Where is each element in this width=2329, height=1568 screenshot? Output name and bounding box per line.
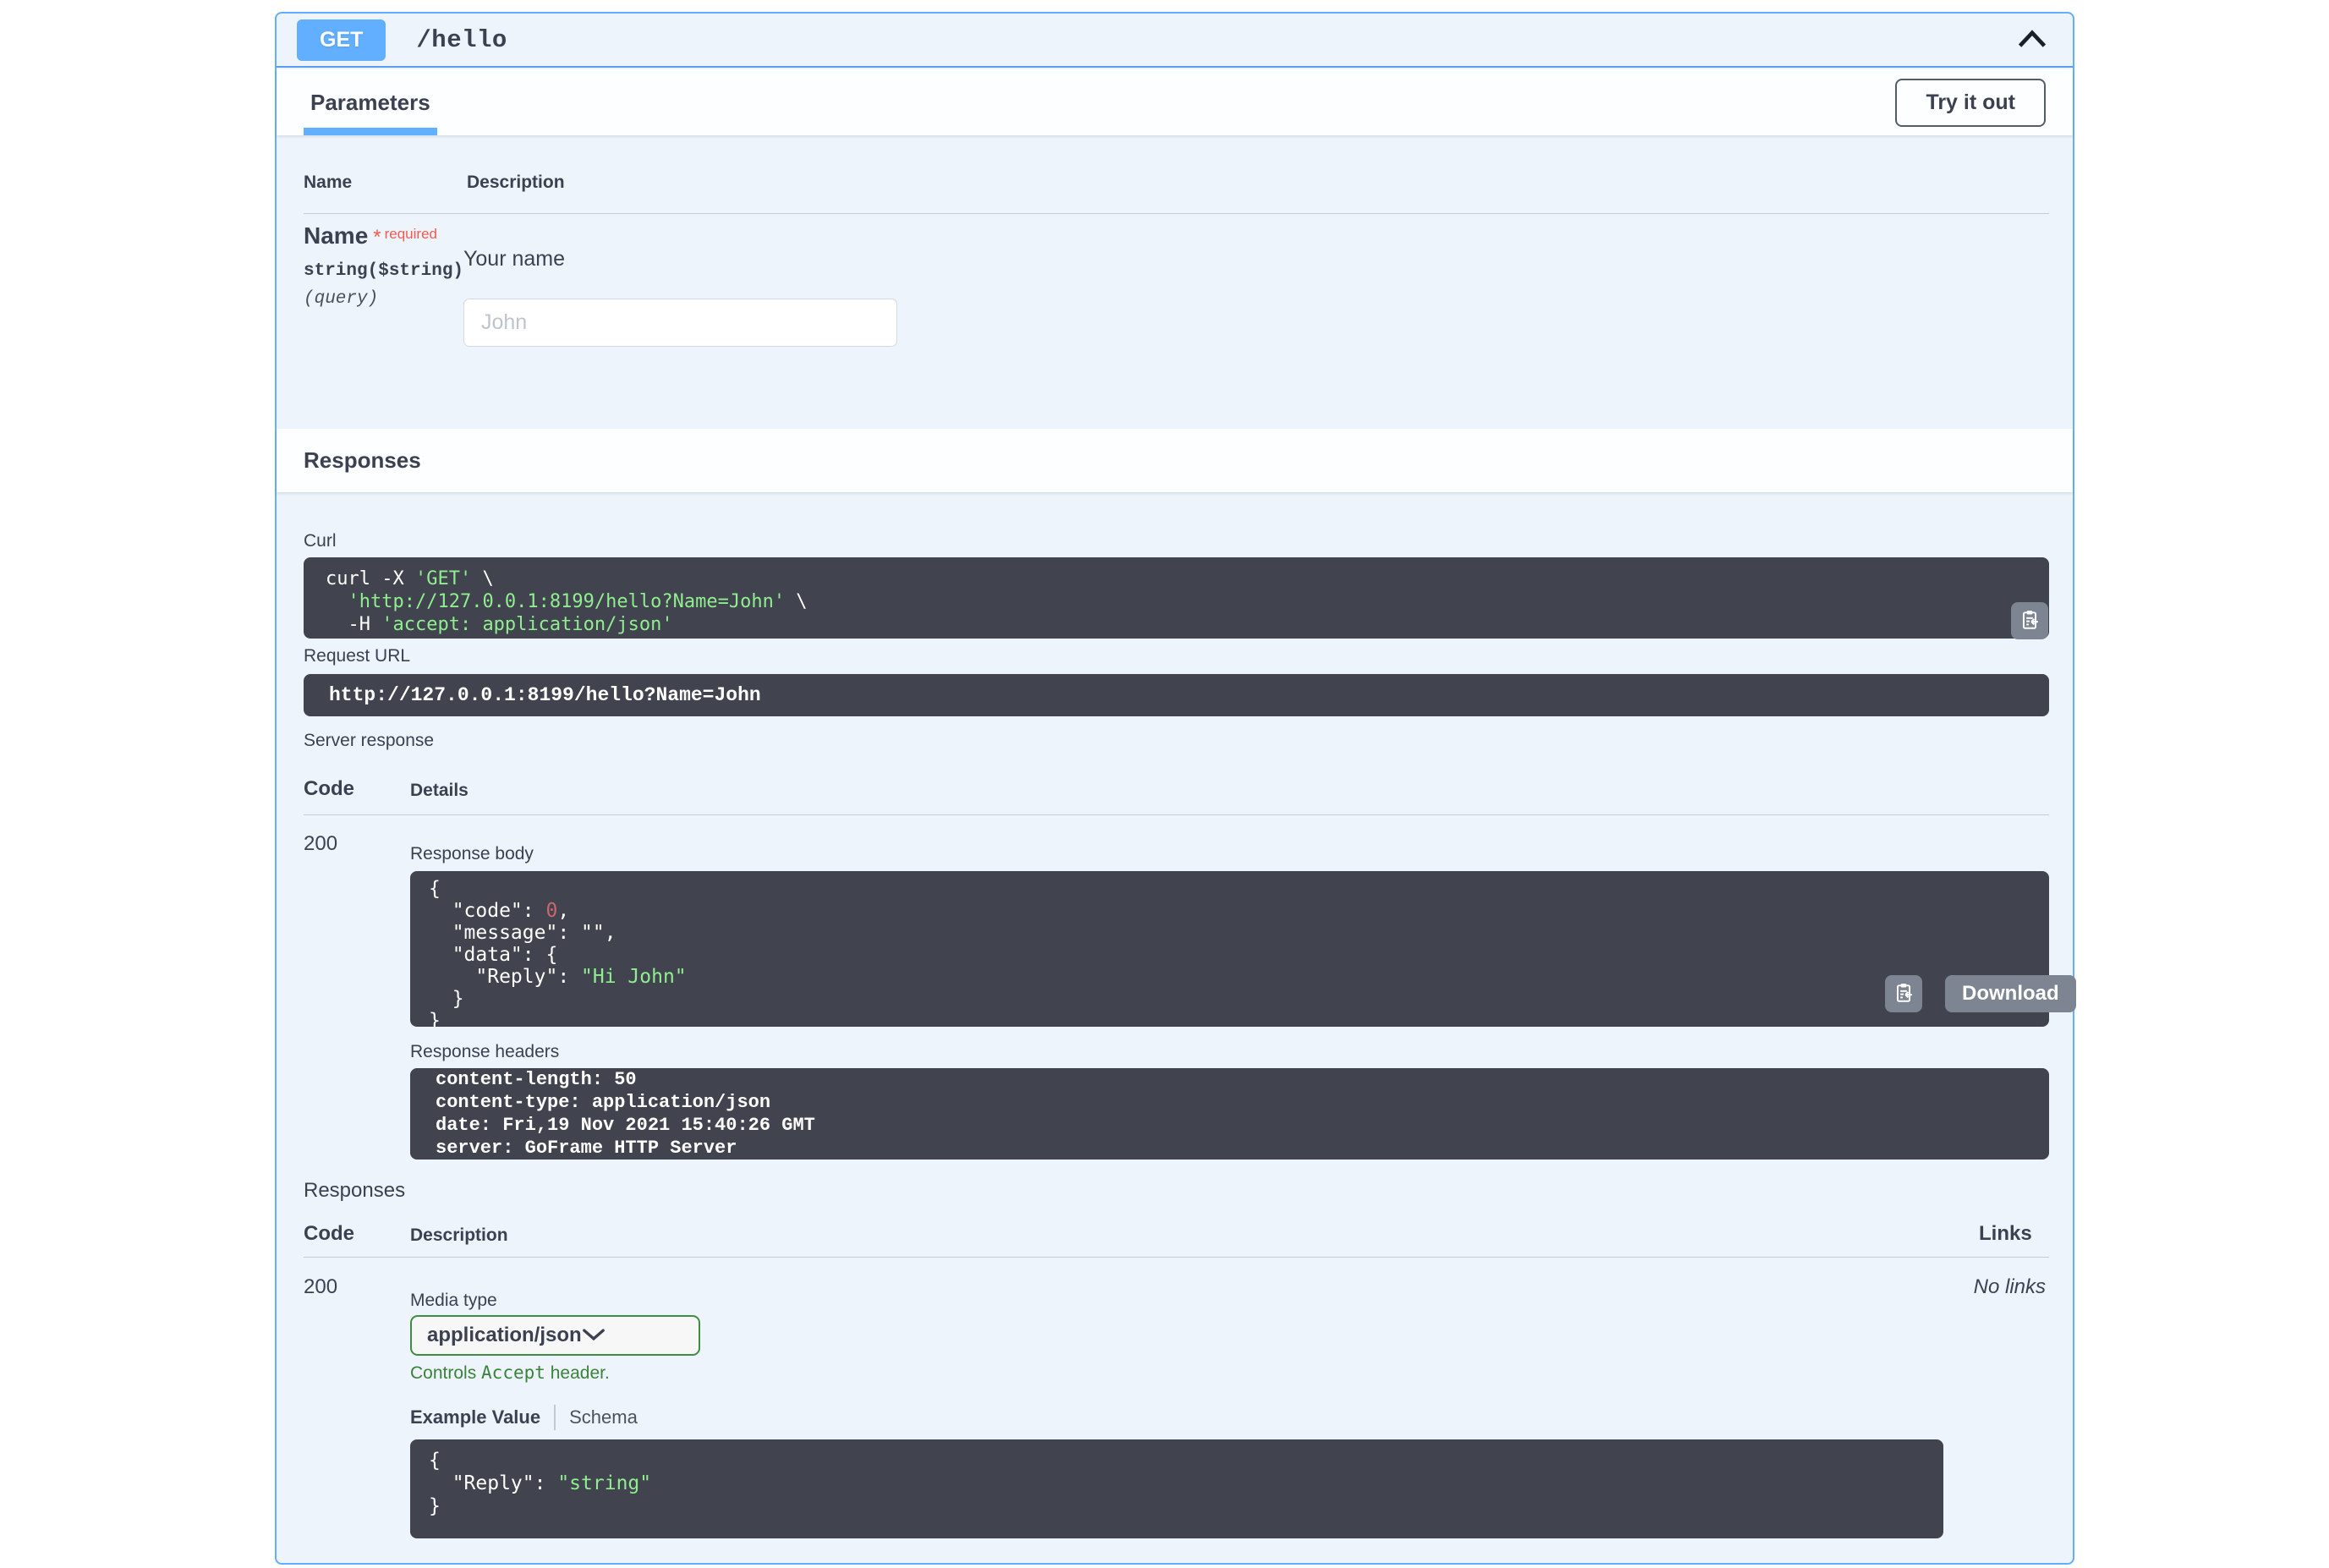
tab-schema[interactable]: Schema	[569, 1406, 638, 1428]
responses-table-divider	[304, 1257, 2049, 1258]
parameters-section-header: Parameters Try it out	[277, 69, 2073, 135]
swagger-page: GET /hello Parameters Try it out Name De…	[0, 0, 2329, 1568]
name-parameter-input[interactable]	[463, 299, 897, 347]
tab-example-value[interactable]: Example Value	[410, 1406, 540, 1428]
required-asterisk: *	[373, 226, 381, 249]
server-response-label: Server response	[304, 731, 434, 751]
responses-description-header: Description	[410, 1225, 508, 1246]
required-label: required	[385, 226, 437, 242]
operation-block-get-hello: GET /hello Parameters Try it out Name De…	[275, 12, 2074, 1565]
example-value-block: { "Reply": "string"}	[410, 1439, 1943, 1538]
responses-links-header: Links	[1979, 1222, 2032, 1246]
param-col-header-name: Name	[304, 173, 352, 193]
parameter-type: string($string)	[304, 261, 463, 281]
server-response-details-header: Details	[410, 781, 469, 801]
copy-to-clipboard-icon	[1893, 982, 1915, 1006]
parameter-name-cell: Name*required	[304, 222, 437, 249]
endpoint-path: /hello	[416, 26, 507, 54]
responses-code-header: Code	[304, 1222, 354, 1246]
params-divider	[304, 213, 2049, 214]
media-type-label: Media type	[410, 1291, 497, 1311]
server-response-code-header: Code	[304, 777, 354, 801]
response-headers-label: Response headers	[410, 1042, 559, 1062]
response-body-block: { "code": 0, "message": "", "data": { "R…	[410, 871, 2049, 1027]
copy-to-clipboard-icon	[2019, 609, 2041, 633]
param-col-header-description: Description	[467, 173, 565, 193]
responses-section-header: Responses	[277, 429, 2073, 492]
operation-summary[interactable]: GET /hello	[277, 14, 2073, 68]
response-headers-block: content-length: 50content-type: applicat…	[410, 1068, 2049, 1160]
curl-copy-button[interactable]	[2011, 602, 2048, 639]
no-links-text: No links	[1974, 1275, 2046, 1299]
media-type-selected-value: application/json	[427, 1324, 582, 1347]
curl-label: Curl	[304, 531, 337, 551]
collapse-button[interactable]	[2012, 25, 2052, 56]
controls-accept-note: Controls Accept header.	[410, 1362, 610, 1384]
server-response-divider	[304, 814, 2049, 815]
http-method-badge: GET	[297, 19, 386, 61]
request-url-label: Request URL	[304, 646, 410, 666]
responses-title: Responses	[304, 447, 421, 474]
response-copy-button[interactable]	[1885, 975, 1922, 1012]
parameter-name: Name	[304, 222, 368, 249]
parameters-title: Parameters	[310, 90, 430, 116]
documented-status-code: 200	[304, 1275, 337, 1299]
responses-table-title: Responses	[304, 1179, 405, 1203]
try-it-out-button[interactable]: Try it out	[1895, 79, 2046, 127]
media-type-select[interactable]: application/json	[410, 1315, 700, 1356]
chevron-up-icon	[2017, 38, 2047, 51]
parameter-location: (query)	[304, 289, 378, 309]
tab-separator	[554, 1405, 556, 1430]
example-schema-tabs: Example Value Schema	[410, 1405, 638, 1430]
accept-header-code: Accept	[481, 1362, 545, 1383]
parameter-description: Your name	[463, 247, 565, 271]
chevron-down-icon	[582, 1324, 606, 1347]
download-button[interactable]: Download	[1945, 975, 2076, 1012]
server-response-status-code: 200	[304, 832, 337, 856]
curl-command-block: curl -X 'GET' \ 'http://127.0.0.1:8199/h…	[304, 557, 2049, 639]
tab-parameters[interactable]: Parameters	[304, 69, 437, 135]
response-body-label: Response body	[410, 844, 534, 864]
request-url-block: http://127.0.0.1:8199/hello?Name=John	[304, 674, 2049, 716]
